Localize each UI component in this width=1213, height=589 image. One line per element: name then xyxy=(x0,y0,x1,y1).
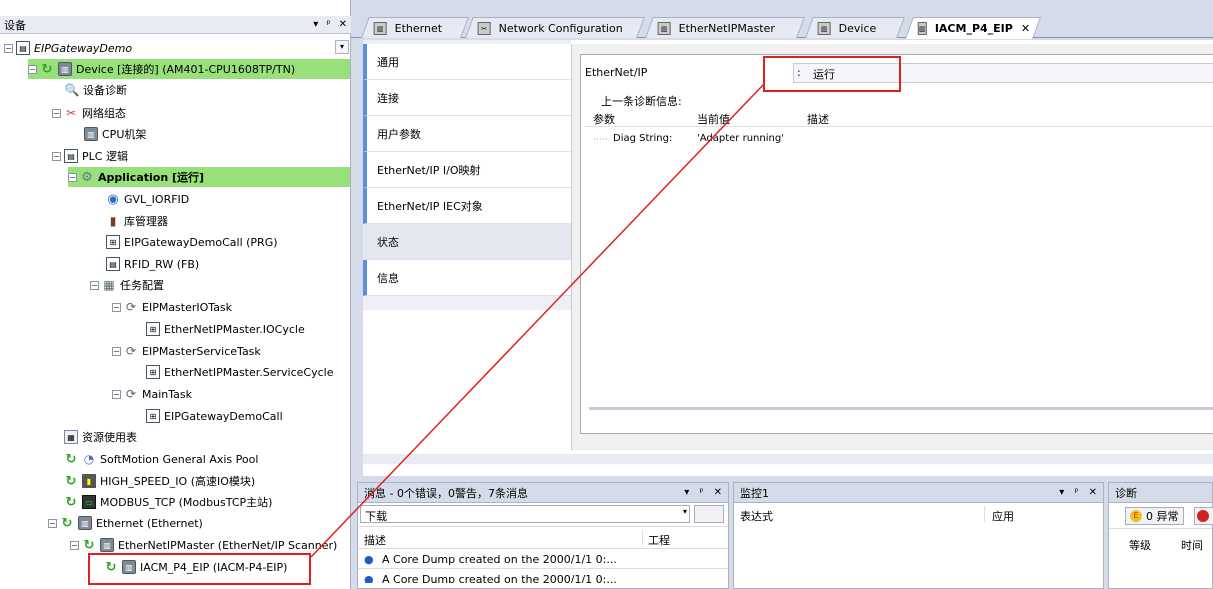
annotation-line xyxy=(310,83,765,558)
